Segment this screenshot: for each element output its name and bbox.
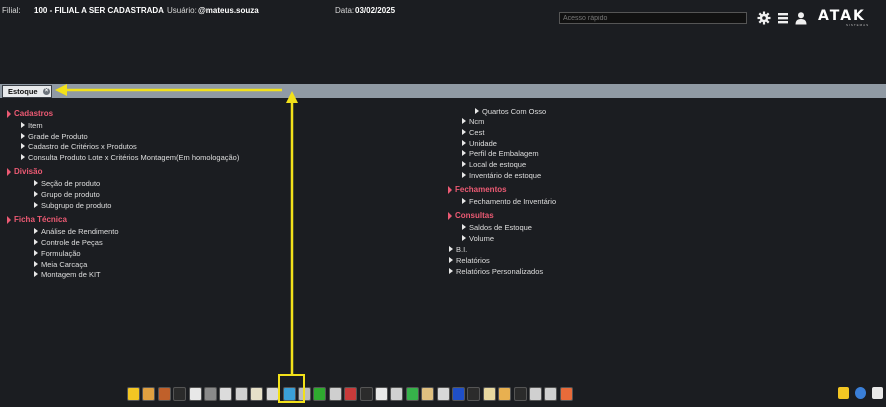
menu-item[interactable]: Quartos Com Osso [474, 107, 546, 116]
menu-item[interactable]: Montagem de KIT [34, 270, 101, 279]
truck-icon[interactable] [390, 387, 404, 401]
toolbar-highlight-box [278, 374, 305, 403]
menu-item[interactable]: Volume [461, 234, 494, 243]
barcode-icon[interactable] [359, 387, 373, 401]
usuario-label: Usuário: [167, 6, 197, 15]
menu-item[interactable]: Inventário de estoque [461, 171, 541, 180]
tag-icon[interactable] [421, 387, 435, 401]
box-icon[interactable] [157, 387, 171, 401]
tab-estoque[interactable]: Estoque × [2, 85, 52, 98]
menu-item[interactable]: Seção de produto [33, 179, 100, 188]
bottom-toolbar [0, 383, 886, 407]
filial-value: 100 - FILIAL A SER CADASTRADA [34, 6, 164, 15]
menu-item[interactable]: Relatórios [449, 256, 490, 265]
circles-icon[interactable] [559, 387, 573, 401]
date-value: 03/02/2025 [355, 6, 396, 15]
chart-icon[interactable] [498, 387, 512, 401]
menu-item[interactable]: Relatórios Personalizados [448, 267, 543, 276]
menu-item[interactable]: Cadastro de Critérios x Produtos [21, 142, 137, 151]
tab-estoque-label: Estoque [8, 87, 38, 96]
calendar-icon[interactable] [344, 387, 358, 401]
menu-item[interactable]: Saldos de Estoque [462, 223, 532, 232]
trash-icon[interactable] [204, 387, 217, 401]
help-icon[interactable] [855, 387, 866, 399]
menu-item[interactable]: Unidade [462, 139, 497, 148]
qr-icon[interactable] [513, 387, 527, 401]
menu-item[interactable]: Local de estoque [461, 160, 526, 169]
scroll-icon[interactable] [250, 387, 264, 401]
top-bar: Filial: 100 - FILIAL A SER CADASTRADA Us… [0, 0, 886, 27]
menu-icon[interactable] [776, 11, 790, 25]
atak-logo-subtitle: SISTEMAS [846, 23, 870, 27]
bottle-icon[interactable] [375, 387, 388, 401]
menu-item[interactable]: Consulta Produto Lote x Critérios Montag… [20, 153, 239, 162]
scale-icon[interactable] [265, 387, 279, 401]
grid-icon[interactable] [467, 387, 481, 401]
filial-label: Filial: [2, 6, 21, 15]
star-icon[interactable] [127, 387, 140, 401]
dollar-icon[interactable] [313, 387, 327, 401]
menu-item[interactable]: Item [21, 121, 43, 130]
refresh-icon[interactable] [405, 387, 419, 401]
monitor-icon[interactable] [872, 387, 883, 399]
user-icon[interactable] [794, 11, 808, 25]
menu-item[interactable]: Análise de Rendimento [34, 227, 119, 236]
network-icon[interactable] [529, 387, 542, 401]
headset-icon[interactable] [544, 387, 558, 401]
menu-item[interactable]: Grupo de produto [34, 190, 100, 199]
gear-icon[interactable] [757, 11, 771, 25]
annotation-arrows [55, 84, 298, 374]
menu-item[interactable]: Subgrupo de produto [33, 201, 111, 210]
tab-close-icon[interactable]: × [43, 88, 50, 95]
eject-icon[interactable] [219, 387, 233, 401]
menu-item[interactable]: Perfil de Embalagem [462, 149, 539, 158]
folder-icon[interactable] [482, 387, 496, 401]
dark-square-icon[interactable] [173, 387, 187, 401]
favorite-star-icon[interactable] [838, 387, 849, 399]
blue-square-icon[interactable] [452, 387, 465, 401]
menu-item[interactable]: Grade de Produto [21, 132, 88, 141]
menu-category[interactable]: Divisão [6, 167, 42, 176]
document-icon[interactable] [188, 387, 202, 401]
atak-logo: ATAK [818, 8, 866, 24]
menu-item[interactable]: Meia Carcaça [33, 260, 87, 269]
menu-category[interactable]: Ficha Técnica [7, 215, 67, 224]
menu-item[interactable]: Ncm [461, 117, 484, 126]
menu-item[interactable]: Fechamento de Inventário [461, 197, 556, 206]
usuario-value: @mateus.souza [198, 6, 259, 15]
menu-category[interactable]: Consultas [448, 211, 494, 220]
quick-access-input[interactable] [559, 12, 747, 24]
menu-item[interactable]: Controle de Peças [34, 238, 103, 247]
eraser-icon[interactable] [234, 387, 248, 401]
note-icon[interactable] [436, 387, 450, 401]
menu-item[interactable]: Cest [461, 128, 484, 137]
printer-icon[interactable] [328, 387, 342, 401]
menu-category[interactable]: Fechamentos [448, 185, 507, 194]
date-label: Data: [335, 6, 355, 15]
users-icon[interactable] [142, 387, 156, 401]
menu-category[interactable]: Cadastros [6, 109, 53, 118]
menu-item[interactable]: Formulação [34, 249, 81, 258]
tab-strip: Estoque × [0, 84, 886, 98]
menu-item[interactable]: B.I. [448, 245, 467, 254]
